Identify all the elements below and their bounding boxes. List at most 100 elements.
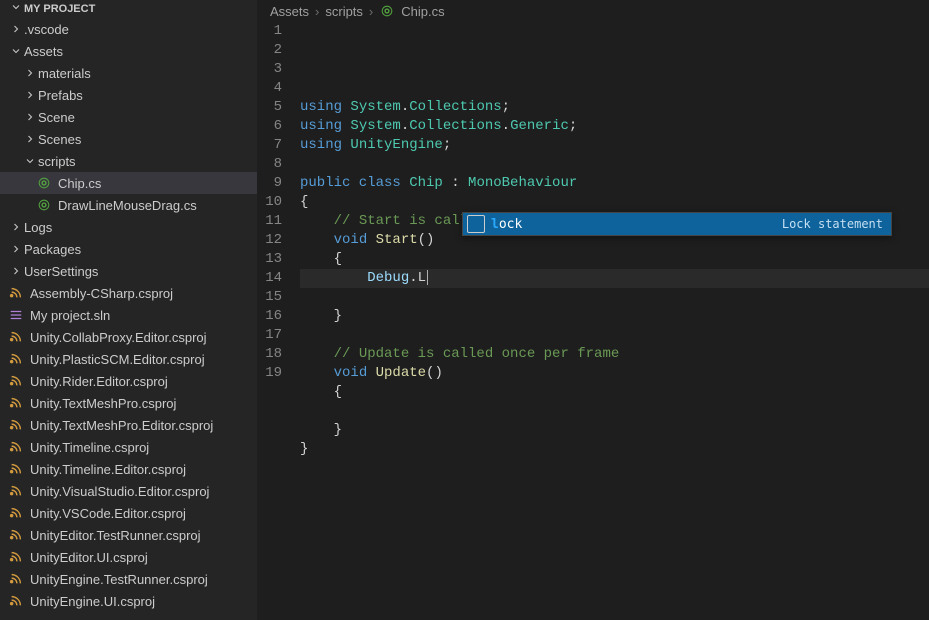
- chevron-right-icon: [22, 87, 38, 103]
- project-file-icon: [8, 329, 24, 345]
- line-number: 1: [258, 22, 282, 41]
- line-number: 17: [258, 326, 282, 345]
- folder-.vscode[interactable]: .vscode: [0, 18, 257, 40]
- tree-item-label: UnityEngine.TestRunner.csproj: [30, 572, 208, 587]
- folder-usersettings[interactable]: UserSettings: [0, 260, 257, 282]
- file-unity.visualstudio.editor.csproj[interactable]: Unity.VisualStudio.Editor.csproj: [0, 480, 257, 502]
- tree-item-label: Unity.Rider.Editor.csproj: [30, 374, 168, 389]
- file-tree[interactable]: .vscode Assets materials Prefabs Scene Scenes…: [0, 18, 257, 620]
- line-number: 15: [258, 288, 282, 307]
- line-number: 4: [258, 79, 282, 98]
- file-unity.rider.editor.csproj[interactable]: Unity.Rider.Editor.csproj: [0, 370, 257, 392]
- project-file-icon: [8, 527, 24, 543]
- tree-item-label: Unity.Timeline.csproj: [30, 440, 149, 455]
- tree-item-label: Packages: [24, 242, 81, 257]
- code-line-15[interactable]: void Update(): [300, 364, 929, 383]
- breadcrumb[interactable]: Assets › scripts › Chip.cs: [258, 0, 929, 22]
- project-file-icon: [8, 373, 24, 389]
- line-number: 8: [258, 155, 282, 174]
- code-line-3[interactable]: using UnityEngine;: [300, 136, 929, 155]
- file-unity.timeline.csproj[interactable]: Unity.Timeline.csproj: [0, 436, 257, 458]
- file-unity.timeline.editor.csproj[interactable]: Unity.Timeline.Editor.csproj: [0, 458, 257, 480]
- code-line-18[interactable]: }: [300, 421, 929, 440]
- tree-item-label: .vscode: [24, 22, 69, 37]
- breadcrumb-item[interactable]: Chip.cs: [401, 4, 444, 19]
- explorer-header[interactable]: MY PROJECT: [0, 0, 257, 18]
- file-unityengine.testrunner.csproj[interactable]: UnityEngine.TestRunner.csproj: [0, 568, 257, 590]
- text-cursor: [427, 270, 428, 285]
- chevron-right-icon: [22, 109, 38, 125]
- folder-packages[interactable]: Packages: [0, 238, 257, 260]
- breadcrumb-item[interactable]: Assets: [270, 4, 309, 19]
- folder-prefabs[interactable]: Prefabs: [0, 84, 257, 106]
- snippet-icon: [467, 215, 485, 233]
- tree-item-label: Logs: [24, 220, 52, 235]
- file-unityengine.ui.csproj[interactable]: UnityEngine.UI.csproj: [0, 590, 257, 612]
- tree-item-label: UserSettings: [24, 264, 98, 279]
- line-number: 2: [258, 41, 282, 60]
- file-assembly-csharp.csproj[interactable]: Assembly-CSharp.csproj: [0, 282, 257, 304]
- line-number: 7: [258, 136, 282, 155]
- line-number: 16: [258, 307, 282, 326]
- folder-assets[interactable]: Assets: [0, 40, 257, 62]
- file-unity.plasticscm.editor.csproj[interactable]: Unity.PlasticSCM.Editor.csproj: [0, 348, 257, 370]
- explorer-sidebar[interactable]: MY PROJECT .vscode Assets materials Prefabs…: [0, 0, 258, 620]
- line-number: 10: [258, 193, 282, 212]
- code-line-10[interactable]: Debug.L: [300, 269, 929, 288]
- file-unityeditor.testrunner.csproj[interactable]: UnityEditor.TestRunner.csproj: [0, 524, 257, 546]
- suggestion-label: lock: [491, 215, 522, 234]
- file-unity.textmeshpro.csproj[interactable]: Unity.TextMeshPro.csproj: [0, 392, 257, 414]
- suggestion-item[interactable]: lock Lock statement: [463, 213, 891, 235]
- folder-materials[interactable]: materials: [0, 62, 257, 84]
- file-unityeditor.ui.csproj[interactable]: UnityEditor.UI.csproj: [0, 546, 257, 568]
- folder-scene[interactable]: Scene: [0, 106, 257, 128]
- tree-item-label: Assets: [24, 44, 63, 59]
- code-line-13[interactable]: [300, 326, 929, 345]
- code-line-1[interactable]: using System.Collections;: [300, 98, 929, 117]
- line-number: 18: [258, 345, 282, 364]
- breadcrumb-item[interactable]: scripts: [325, 4, 363, 19]
- tree-item-label: Unity.TextMeshPro.Editor.csproj: [30, 418, 213, 433]
- code-line-14[interactable]: // Update is called once per frame: [300, 345, 929, 364]
- file-unity.vscode.editor.csproj[interactable]: Unity.VSCode.Editor.csproj: [0, 502, 257, 524]
- tree-item-label: Assembly-CSharp.csproj: [30, 286, 173, 301]
- code-line-17[interactable]: [300, 402, 929, 421]
- code-line-12[interactable]: }: [300, 307, 929, 326]
- code-line-9[interactable]: {: [300, 250, 929, 269]
- csharp-file-icon: [379, 3, 395, 19]
- tree-item-label: Unity.TextMeshPro.csproj: [30, 396, 176, 411]
- tree-item-label: scripts: [38, 154, 76, 169]
- code-content[interactable]: using System.Collections;using System.Co…: [300, 22, 929, 620]
- tree-item-label: DrawLineMouseDrag.cs: [58, 198, 197, 213]
- code-line-11[interactable]: [300, 288, 929, 307]
- intellisense-popup[interactable]: lock Lock statement: [462, 212, 892, 236]
- project-file-icon: [8, 351, 24, 367]
- code-line-19[interactable]: }: [300, 440, 929, 459]
- tree-item-label: Unity.CollabProxy.Editor.csproj: [30, 330, 207, 345]
- code-editor[interactable]: 12345678910111213141516171819 using Syst…: [258, 22, 929, 620]
- folder-scripts[interactable]: scripts: [0, 150, 257, 172]
- code-line-4[interactable]: [300, 155, 929, 174]
- code-line-5[interactable]: public class Chip : MonoBehaviour: [300, 174, 929, 193]
- chevron-right-icon: [22, 65, 38, 81]
- file-drawlinemousedrag.cs[interactable]: DrawLineMouseDrag.cs: [0, 194, 257, 216]
- code-line-2[interactable]: using System.Collections.Generic;: [300, 117, 929, 136]
- tree-item-label: Prefabs: [38, 88, 83, 103]
- code-line-16[interactable]: {: [300, 383, 929, 402]
- code-line-6[interactable]: {: [300, 193, 929, 212]
- editor-area: Assets › scripts › Chip.cs 1234567891011…: [258, 0, 929, 620]
- folder-scenes[interactable]: Scenes: [0, 128, 257, 150]
- folder-logs[interactable]: Logs: [0, 216, 257, 238]
- suggestion-description: Lock statement: [782, 215, 883, 234]
- line-number: 11: [258, 212, 282, 231]
- file-unity.textmeshpro.editor.csproj[interactable]: Unity.TextMeshPro.Editor.csproj: [0, 414, 257, 436]
- tree-item-label: materials: [38, 66, 91, 81]
- tree-item-label: UnityEditor.UI.csproj: [30, 550, 148, 565]
- file-my project.sln[interactable]: My project.sln: [0, 304, 257, 326]
- tree-item-label: Unity.PlasticSCM.Editor.csproj: [30, 352, 205, 367]
- file-unity.collabproxy.editor.csproj[interactable]: Unity.CollabProxy.Editor.csproj: [0, 326, 257, 348]
- line-number-gutter: 12345678910111213141516171819: [258, 22, 300, 620]
- line-number: 13: [258, 250, 282, 269]
- file-chip.cs[interactable]: Chip.cs: [0, 172, 257, 194]
- tree-item-label: Scene: [38, 110, 75, 125]
